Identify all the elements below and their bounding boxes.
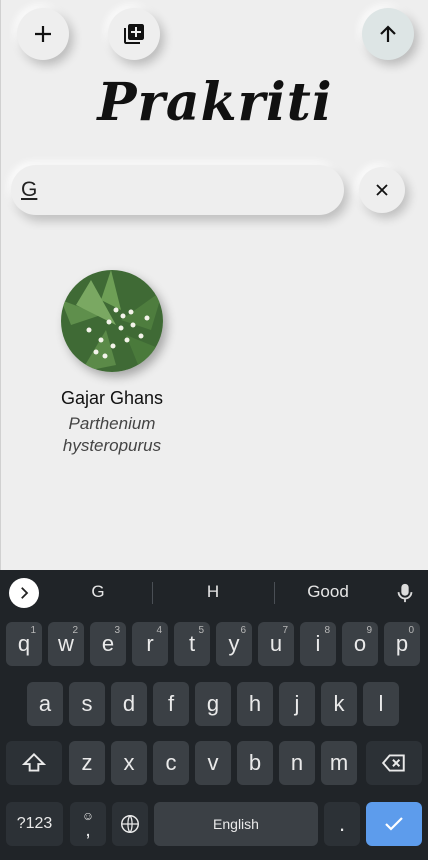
key-d[interactable]: d (111, 682, 147, 726)
key-c[interactable]: c (153, 741, 189, 785)
key-label: y (228, 631, 240, 656)
key-label: p (395, 631, 409, 656)
suggestion-strip: G H Good (0, 570, 428, 616)
scroll-top-button[interactable] (362, 8, 414, 60)
key-x[interactable]: x (111, 741, 147, 785)
key-y[interactable]: y6 (216, 622, 252, 666)
key-g[interactable]: g (195, 682, 231, 726)
chevron-right-icon (21, 587, 29, 599)
backspace-icon (381, 754, 405, 772)
key-l[interactable]: l (363, 682, 399, 726)
key-number-hint: 0 (408, 625, 414, 636)
plant-photo (61, 270, 163, 372)
key-t[interactable]: t5 (174, 622, 210, 666)
library-add-icon (124, 24, 144, 44)
key-label: i (315, 631, 321, 656)
symbols-key[interactable]: ?123 (6, 802, 63, 846)
key-o[interactable]: o9 (342, 622, 378, 666)
key-i[interactable]: i8 (300, 622, 336, 666)
shift-key[interactable] (6, 741, 62, 785)
key-number-hint: 4 (156, 625, 162, 636)
key-label: u (269, 631, 283, 656)
key-s[interactable]: s (69, 682, 105, 726)
key-v[interactable]: v (195, 741, 231, 785)
plant-card[interactable]: Gajar Ghans Parthenium hysteropurus (41, 270, 183, 457)
arrow-up-icon (380, 25, 396, 42)
add-button[interactable] (17, 8, 69, 60)
key-z[interactable]: z (69, 741, 105, 785)
language-key[interactable] (112, 802, 148, 846)
key-number-hint: 2 (72, 625, 78, 636)
key-f[interactable]: f (153, 682, 189, 726)
key-label: e (101, 631, 115, 656)
app-screen: Prakriti G Gajar Ghans Parthenium hyster… (0, 0, 428, 570)
key-k[interactable]: k (321, 682, 357, 726)
key-number-hint: 9 (366, 625, 372, 636)
key-h[interactable]: h (237, 682, 273, 726)
key-label: r (146, 631, 154, 656)
key-number-hint: 5 (198, 625, 204, 636)
plus-icon (35, 26, 51, 42)
key-e[interactable]: e3 (90, 622, 126, 666)
shift-icon (21, 752, 47, 772)
emoji-comma-key[interactable]: ☺ , (70, 802, 106, 846)
key-p[interactable]: p0 (384, 622, 420, 666)
key-label: q (17, 631, 31, 656)
key-n[interactable]: n (279, 741, 315, 785)
globe-icon (121, 815, 139, 833)
key-a[interactable]: a (27, 682, 63, 726)
soft-keyboard: G H Good q1w2e3r4t5y6u7i8o9p0 asdfghjkl … (0, 570, 428, 860)
plant-scientific-name: Parthenium hysteropurus (62, 414, 162, 455)
check-icon (385, 817, 403, 831)
key-number-hint: 7 (282, 625, 288, 636)
key-j[interactable]: j (279, 682, 315, 726)
suggestion-divider (274, 582, 275, 604)
key-number-hint: 1 (30, 625, 36, 636)
comma-label: , (85, 819, 91, 841)
app-logo: Prakriti (97, 72, 333, 133)
suggestion-2[interactable]: H (173, 582, 253, 602)
backspace-key[interactable] (366, 741, 422, 785)
plant-common-name: Gajar Ghans (60, 388, 164, 408)
clear-search-button[interactable] (359, 167, 405, 213)
search-bar[interactable] (11, 165, 344, 215)
key-r[interactable]: r4 (132, 622, 168, 666)
close-icon (376, 184, 388, 196)
key-w[interactable]: w2 (48, 622, 84, 666)
suggestion-3[interactable]: Good (288, 582, 368, 602)
add-to-collection-button[interactable] (108, 8, 160, 60)
key-number-hint: 3 (114, 625, 120, 636)
space-key[interactable]: English (154, 802, 318, 846)
key-m[interactable]: m (321, 741, 357, 785)
search-input[interactable] (21, 178, 344, 202)
key-q[interactable]: q1 (6, 622, 42, 666)
suggestion-divider (152, 582, 153, 604)
key-number-hint: 8 (324, 625, 330, 636)
key-b[interactable]: b (237, 741, 273, 785)
suggestion-1[interactable]: G (58, 582, 138, 602)
key-label: t (188, 631, 196, 656)
enter-key[interactable] (366, 802, 422, 846)
expand-toolbar-button[interactable] (9, 578, 39, 608)
key-number-hint: 6 (240, 625, 246, 636)
key-label: o (353, 631, 367, 656)
period-key[interactable]: . (324, 802, 360, 846)
microphone-icon[interactable] (394, 581, 416, 605)
key-u[interactable]: u7 (258, 622, 294, 666)
